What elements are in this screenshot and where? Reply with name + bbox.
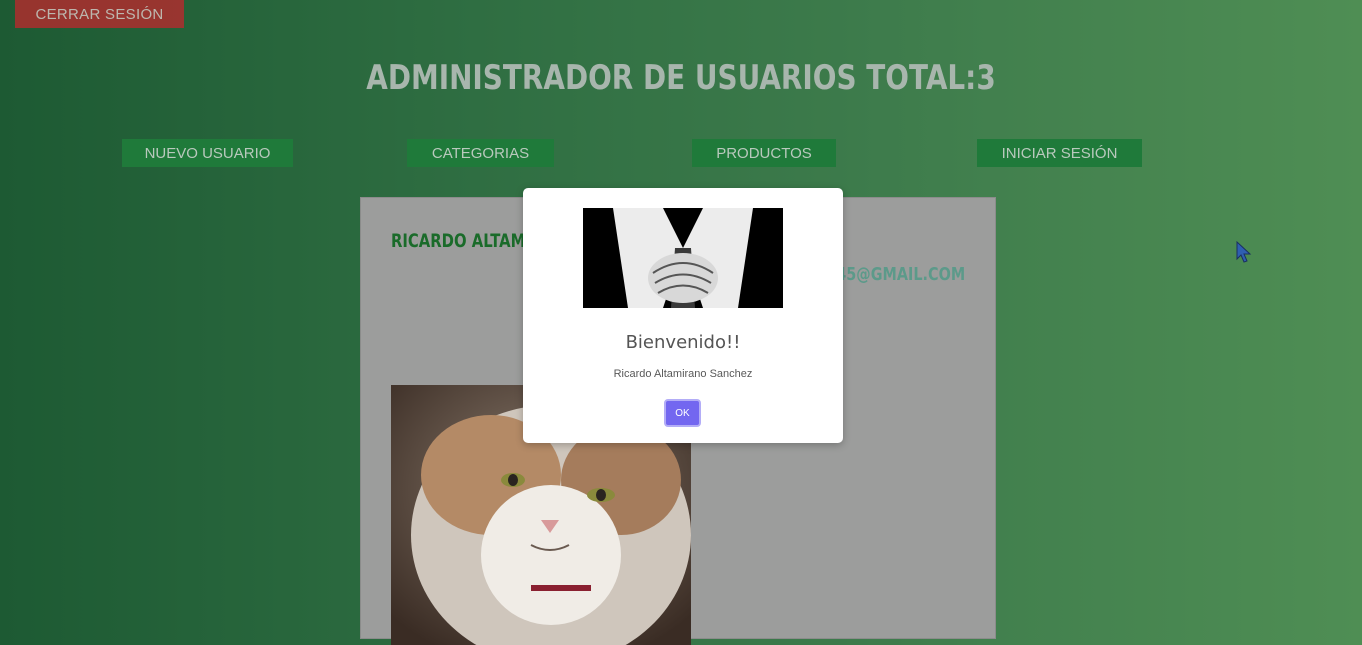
modal-text: Ricardo Altamirano Sanchez (613, 368, 753, 380)
ok-button[interactable]: OK (664, 399, 701, 427)
modal-title: Bienvenido!! (625, 332, 741, 353)
welcome-modal: Bienvenido!! Ricardo Altamirano Sanchez … (523, 188, 843, 443)
welcome-image (583, 208, 783, 308)
mouse-cursor-icon (1236, 240, 1252, 270)
